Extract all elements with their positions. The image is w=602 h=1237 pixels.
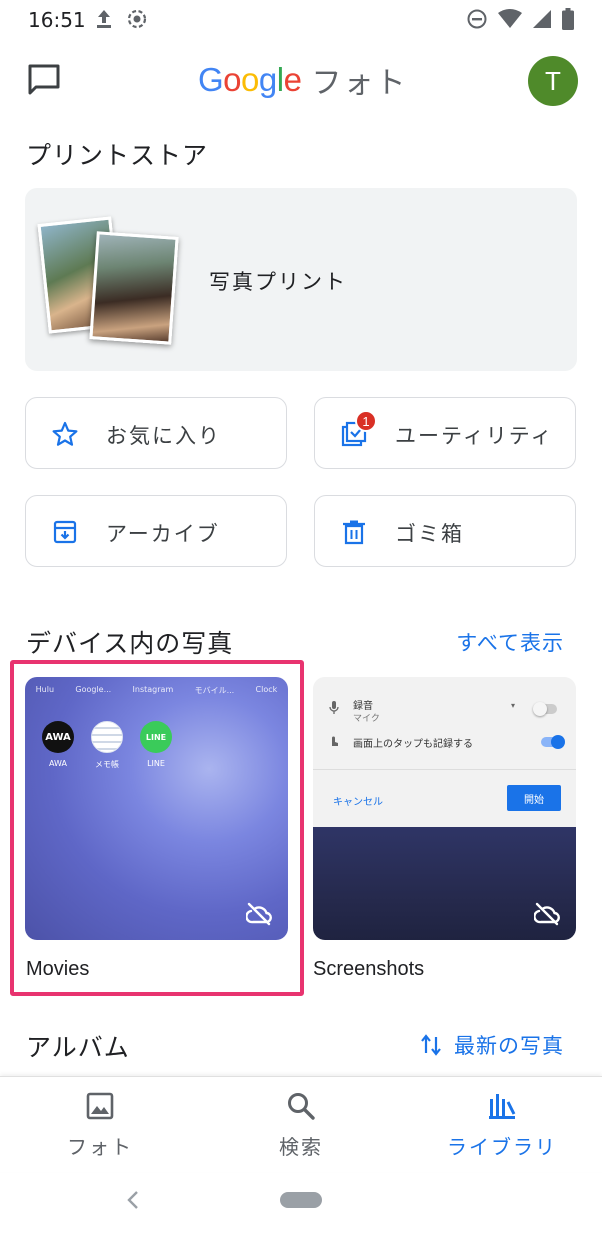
print-photos-image [37,214,183,349]
feedback-icon[interactable] [26,62,62,98]
archive-button[interactable]: アーカイブ [25,495,287,567]
account-avatar[interactable]: T [528,56,578,106]
search-icon [288,1093,315,1120]
home-pill[interactable] [280,1192,322,1208]
device-photos-title: デバイス内の写真 [26,629,234,658]
record-icon [127,9,147,29]
signal-icon [533,10,551,28]
dnd-icon [467,9,487,29]
back-icon[interactable] [124,1188,142,1212]
screenshots-folder-thumbnail[interactable]: 録音 マイク ▾ 画面上のタップも記録する キャンセル 開始 [313,677,576,940]
bottom-navigation: フォト 検索 ライブラリ [0,1076,602,1172]
app-header: Google フォト T [0,44,602,116]
dropdown-icon: ▾ [511,701,516,710]
google-photos-logo: Google フォト [198,58,407,102]
touch-toggle [541,735,565,749]
photo-print-card[interactable]: 写真プリント [25,188,577,371]
photo-icon [86,1092,114,1120]
nav-photos[interactable]: フォト [30,1091,170,1160]
mic-icon [329,701,339,714]
status-time: 16:51 [28,8,86,32]
trash-icon [343,520,365,545]
utilities-button[interactable]: 1 ユーティリティ [314,397,576,469]
sort-icon [421,1034,441,1056]
status-bar: 16:51 [0,0,602,40]
utilities-badge: 1 [355,410,377,432]
star-icon [52,421,78,446]
see-all-link[interactable]: すべて表示 [456,627,564,657]
touch-icon [332,736,338,746]
cloud-off-icon [534,902,560,926]
screenshots-folder-name[interactable]: Screenshots [313,958,424,981]
photo-print-label: 写真プリント [209,270,347,294]
mic-toggle [533,702,557,716]
sort-albums-button[interactable]: 最新の写真 [420,1030,564,1060]
nav-library[interactable]: ライブラリ [432,1091,572,1160]
archive-icon [53,520,77,544]
system-navigation-bar [0,1172,602,1237]
library-icon [489,1094,516,1119]
favorites-button[interactable]: お気に入り [25,397,287,469]
trash-button[interactable]: ゴミ箱 [314,495,576,567]
logo-suffix: フォト [311,66,408,101]
movies-highlight-box [10,660,304,996]
wifi-icon [498,9,522,28]
albums-title: アルバム [26,1033,130,1062]
nav-search[interactable]: 検索 [231,1091,371,1160]
upload-icon [97,10,111,28]
print-store-title: プリントストア [26,141,209,170]
battery-icon [562,8,574,30]
